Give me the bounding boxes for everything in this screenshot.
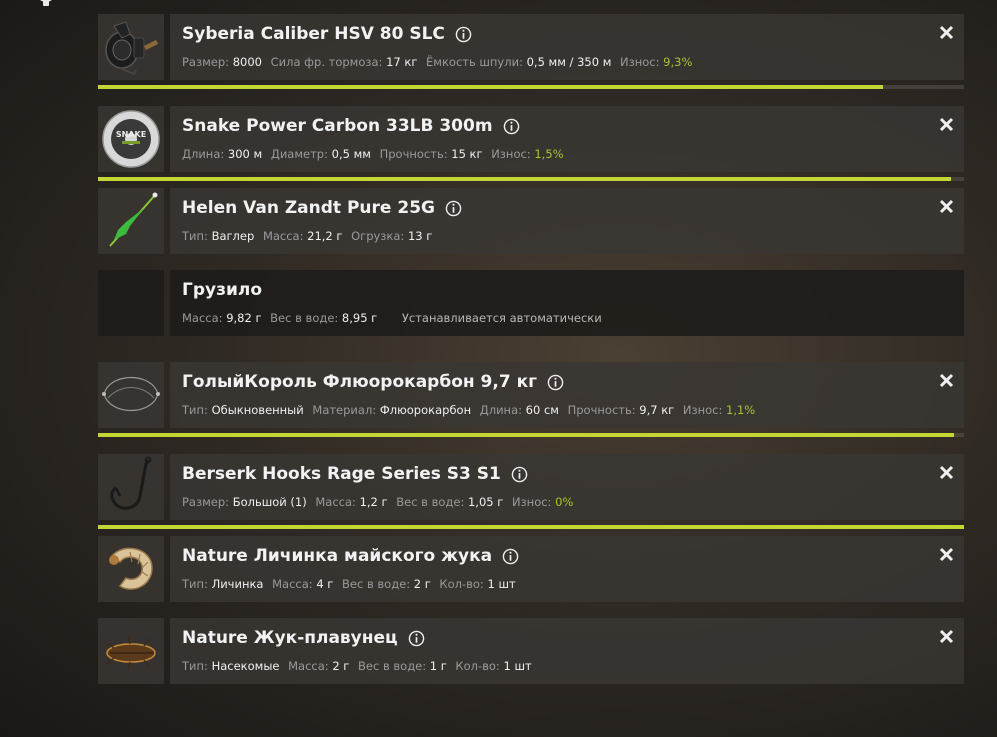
item-title: Snake Power Carbon 33LB 300m: [182, 116, 520, 136]
item-stats: Тип: Обыкновенный Материал: Флюорокарбон…: [182, 403, 756, 417]
grub-icon: [109, 547, 153, 590]
float-thumbnail: [98, 188, 164, 254]
line-spool-icon: SNAKE: [102, 110, 160, 168]
item-info: Nature Личинка майского жука Тип: Личинк…: [170, 536, 964, 602]
wear-value: 1,5%: [534, 147, 564, 161]
item-title: Грузило: [182, 280, 263, 300]
item-info: Helen Van Zandt Pure 25G Тип: Ваглер Мас…: [170, 188, 964, 254]
info-icon[interactable]: [511, 466, 528, 483]
item-info: Nature Жук-плавунец Тип: Насекомые Масса…: [170, 618, 964, 684]
wear-value: 9,3%: [663, 55, 693, 69]
reel-thumbnail: [98, 14, 164, 80]
item-info: Berserk Hooks Rage Series S3 S1 Размер: …: [170, 454, 964, 520]
hook-icon: [110, 456, 152, 510]
durability-bar: [98, 85, 883, 89]
close-icon[interactable]: [939, 199, 954, 214]
item-title: Helen Van Zandt Pure 25G: [182, 198, 462, 218]
svg-text:SNAKE: SNAKE: [116, 130, 146, 139]
item-beetle[interactable]: Nature Жук-плавунец Тип: Насекомые Масса…: [98, 618, 964, 684]
item-line[interactable]: SNAKE Snake Power Carbon 33LB 300m Длина…: [98, 106, 964, 172]
beetle-thumbnail: [98, 618, 164, 684]
item-title: Syberia Caliber HSV 80 SLC: [182, 24, 472, 44]
leader-thumbnail: [98, 362, 164, 428]
durability-bar: [98, 177, 951, 181]
line-thumbnail: SNAKE: [98, 106, 164, 172]
info-icon[interactable]: [547, 374, 564, 391]
close-icon[interactable]: [939, 117, 954, 132]
item-hook[interactable]: Berserk Hooks Rage Series S3 S1 Размер: …: [98, 454, 964, 520]
info-icon[interactable]: [502, 548, 519, 565]
float-icon: [109, 192, 158, 247]
auto-note: Устанавливается автоматически: [401, 311, 602, 325]
close-icon[interactable]: [939, 25, 954, 40]
item-reel[interactable]: Syberia Caliber HSV 80 SLC Размер: 8000 …: [98, 14, 964, 80]
item-title: Nature Личинка майского жука: [182, 546, 519, 566]
durability-bar: [98, 433, 954, 437]
beetle-icon: [105, 635, 156, 671]
item-leader[interactable]: ГолыйКороль Флюорокарбон 9,7 кг Тип: Обы…: [98, 362, 964, 428]
item-title: ГолыйКороль Флюорокарбон 9,7 кг: [182, 372, 564, 392]
leader-icon: [102, 376, 160, 412]
grub-thumbnail: [98, 536, 164, 602]
item-title: Nature Жук-плавунец: [182, 628, 425, 648]
item-stats: Масса: 9,82 г Вес в воде: 8,95 г Устанав…: [182, 311, 602, 325]
wear-value: 1,1%: [726, 403, 756, 417]
durability-bar: [98, 525, 964, 529]
info-icon[interactable]: [455, 26, 472, 43]
close-icon[interactable]: [939, 373, 954, 388]
close-icon[interactable]: [939, 629, 954, 644]
item-stats: Размер: 8000 Сила фр. тормоза: 17 кг Ёмк…: [182, 55, 693, 69]
item-sinker: Грузило Масса: 9,82 г Вес в воде: 8,95 г…: [98, 270, 964, 336]
item-info: ГолыйКороль Флюорокарбон 9,7 кг Тип: Обы…: [170, 362, 964, 428]
item-stats: Тип: Ваглер Масса: 21,2 г Огрузка: 13 г: [182, 229, 433, 243]
gear-icon[interactable]: [28, 0, 64, 8]
item-grub[interactable]: Nature Личинка майского жука Тип: Личинк…: [98, 536, 964, 602]
item-stats: Тип: Личинка Масса: 4 г Вес в воде: 2 г …: [182, 577, 516, 591]
item-stats: Длина: 300 м Диаметр: 0,5 мм Прочность: …: [182, 147, 564, 161]
sinker-thumbnail: [98, 270, 164, 336]
info-icon[interactable]: [408, 630, 425, 647]
wear-value: 0%: [555, 495, 574, 509]
item-title: Berserk Hooks Rage Series S3 S1: [182, 464, 528, 484]
close-icon[interactable]: [939, 465, 954, 480]
item-stats: Размер: Большой (1) Масса: 1,2 г Вес в в…: [182, 495, 574, 509]
reel-icon: [105, 21, 158, 76]
info-icon[interactable]: [503, 118, 520, 135]
info-icon[interactable]: [445, 200, 462, 217]
item-info: Syberia Caliber HSV 80 SLC Размер: 8000 …: [170, 14, 964, 80]
hook-thumbnail: [98, 454, 164, 520]
item-info: Snake Power Carbon 33LB 300m Длина: 300 …: [170, 106, 964, 172]
item-info: Грузило Масса: 9,82 г Вес в воде: 8,95 г…: [170, 270, 964, 336]
item-stats: Тип: Насекомые Масса: 2 г Вес в воде: 1 …: [182, 659, 532, 673]
item-float[interactable]: Helen Van Zandt Pure 25G Тип: Ваглер Мас…: [98, 188, 964, 254]
close-icon[interactable]: [939, 547, 954, 562]
